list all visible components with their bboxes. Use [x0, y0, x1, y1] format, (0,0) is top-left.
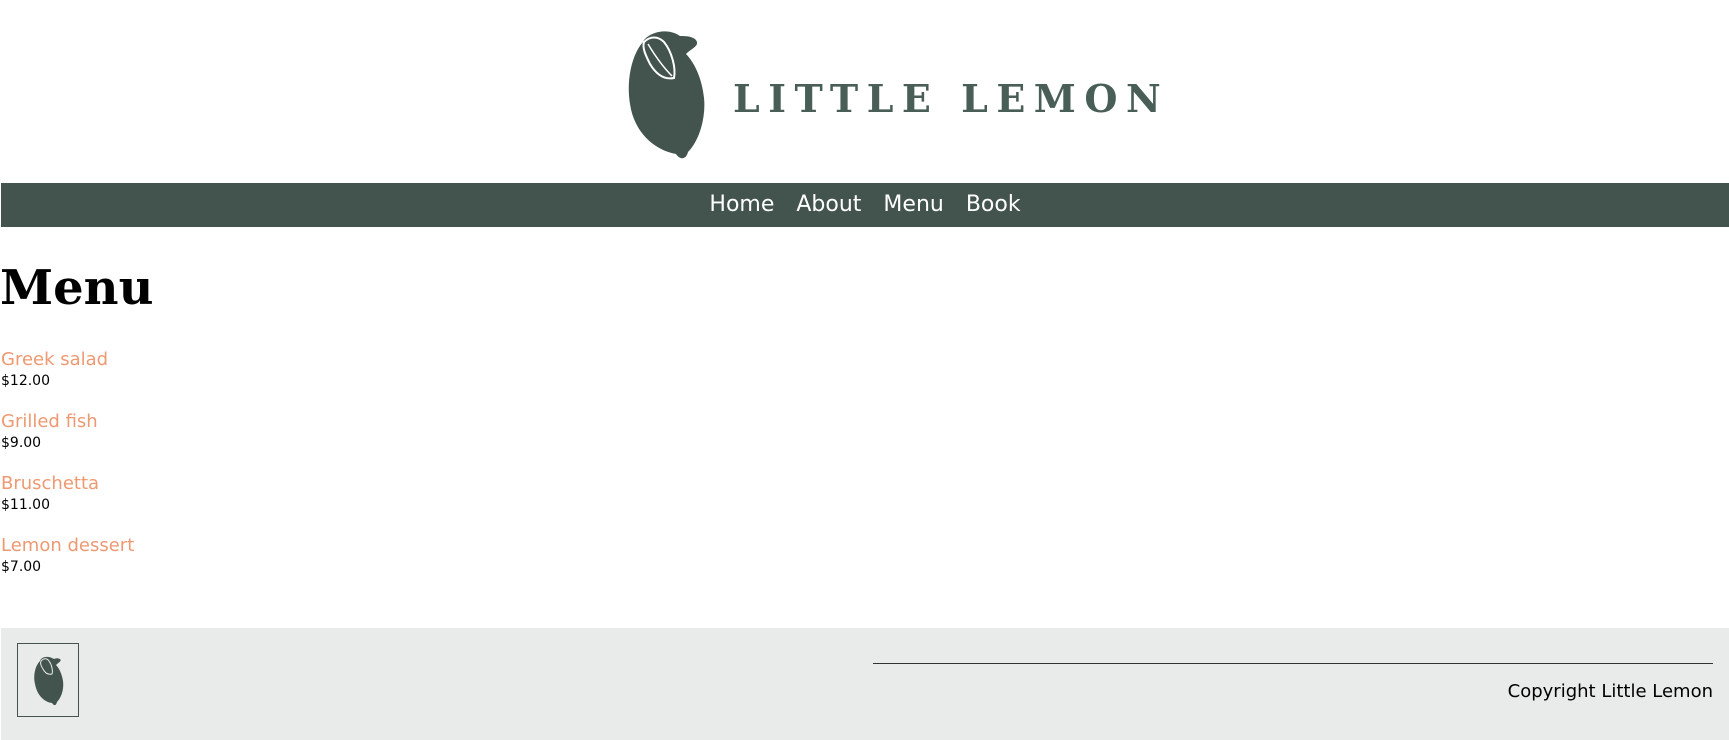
- main-nav: Home About Menu Book: [1, 183, 1729, 227]
- lemon-logo-icon[interactable]: [628, 28, 708, 162]
- menu-item-price: $12.00: [1, 373, 50, 389]
- nav-item-about[interactable]: About: [796, 183, 861, 227]
- nav-item-menu[interactable]: Menu: [883, 183, 943, 227]
- copyright-text: Copyright Little Lemon: [1507, 681, 1713, 702]
- menu-item-price: $9.00: [1, 435, 42, 451]
- menu-item: Grilled fish $9.00: [1, 411, 134, 473]
- menu-item-name[interactable]: Grilled fish: [1, 411, 134, 433]
- menu-item: Bruschetta $11.00: [1, 473, 134, 535]
- site-header: LITTLE LEMON: [0, 0, 1729, 183]
- menu-item-name[interactable]: Greek salad: [1, 349, 134, 371]
- site-footer: Copyright Little Lemon: [1, 628, 1729, 740]
- menu-item-name[interactable]: Lemon dessert: [1, 535, 134, 557]
- menu-item-name[interactable]: Bruschetta: [1, 473, 134, 495]
- page: LITTLE LEMON Home About Menu Book Menu G…: [0, 0, 1729, 740]
- footer-logo[interactable]: [17, 643, 79, 717]
- nav-item-book[interactable]: Book: [966, 183, 1021, 227]
- menu-item-price: $11.00: [1, 497, 50, 513]
- menu-list: Greek salad $12.00 Grilled fish $9.00 Br…: [1, 349, 134, 597]
- nav-list: Home About Menu Book: [709, 183, 1020, 227]
- page-title: Menu: [0, 260, 154, 316]
- menu-item: Greek salad $12.00: [1, 349, 134, 411]
- menu-item: Lemon dessert $7.00: [1, 535, 134, 597]
- nav-item-home[interactable]: Home: [709, 183, 774, 227]
- lemon-icon: [34, 656, 64, 706]
- menu-item-price: $7.00: [1, 559, 42, 575]
- footer-divider: [873, 663, 1713, 664]
- brand-wordmark: LITTLE LEMON: [733, 76, 1170, 121]
